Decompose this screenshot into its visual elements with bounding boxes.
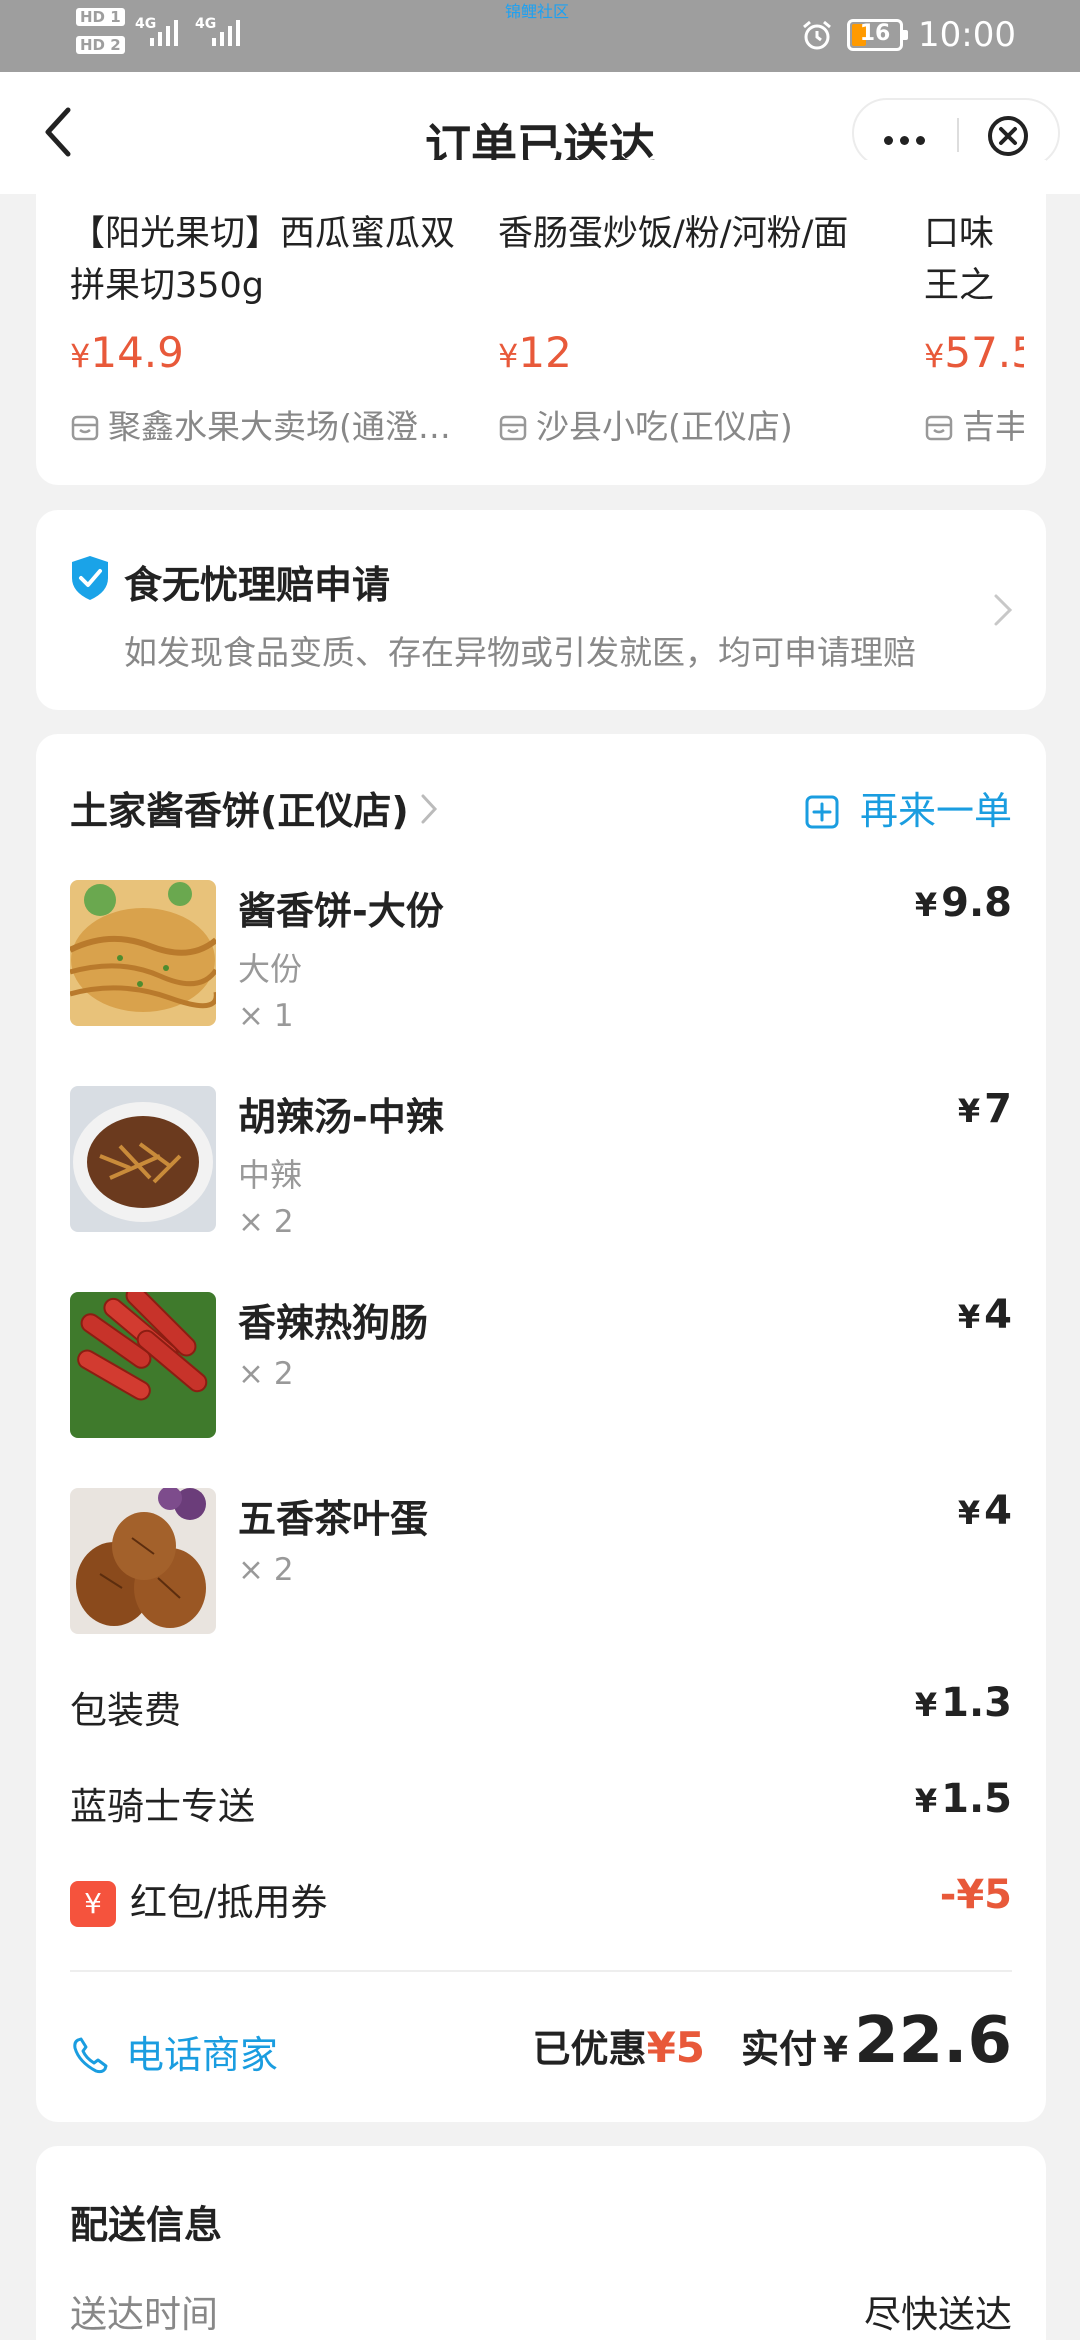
recommendation-shop: 沙县小吃(正仪店) [498, 400, 793, 448]
recommendation-price: ¥12 [498, 328, 572, 377]
discount-label: 已优惠 [532, 2027, 647, 2071]
recommendation-shop: 吉丰 [924, 400, 1024, 448]
item-spec: 大份 [238, 950, 303, 988]
add-square-icon [805, 795, 839, 829]
delivery-title: 配送信息 [70, 2203, 223, 2247]
shield-check-icon [72, 556, 108, 600]
order-detail-card: 土家酱香饼(正仪店) 再来一单 酱香饼-大份 大份 × 1 ¥9.8 胡辣汤-中… [36, 734, 1046, 2122]
delivery-time-label: 送达时间 [70, 2293, 218, 2336]
recommendation-item[interactable]: 口味王之交) ¥57.5 吉丰 [924, 208, 1024, 468]
packaging-fee-row: 包装费 ¥1.3 [70, 1680, 1012, 1736]
order-item: 酱香饼-大份 大份 × 1 ¥9.8 [70, 880, 1012, 1034]
battery-level: 16 [859, 21, 891, 46]
fee-label: 包装费 [70, 1689, 181, 1732]
delivery-info-card: 配送信息 送达时间 尽快送达 [36, 2146, 1046, 2340]
order-item: 胡辣汤-中辣 中辣 × 2 ¥7 [70, 1086, 1012, 1240]
fee-value: ¥1.5 [914, 1776, 1012, 1822]
divider [70, 1970, 1012, 1972]
item-image-sausage [70, 1292, 216, 1438]
delivery-fee-row: 蓝骑士专送 ¥1.5 [70, 1776, 1012, 1832]
paid-amount: 22.6 [854, 2004, 1012, 2078]
discount-value: ¥5 [646, 2023, 706, 2072]
recommendation-price: ¥57.5 [924, 328, 1024, 377]
red-packet-icon: ¥ [70, 1881, 116, 1927]
fee-label: 蓝骑士专送 [70, 1785, 255, 1828]
item-image-tea-egg [70, 1488, 216, 1634]
delivery-time-value: 尽快送达 [864, 2293, 1012, 2336]
item-image-soup [70, 1086, 216, 1232]
sim2-hd-indicator: HD 2 [76, 36, 125, 54]
item-quantity: × 2 [238, 1204, 294, 1240]
item-price: ¥9.8 [914, 880, 1012, 926]
item-price: ¥4 [957, 1488, 1012, 1534]
recommendation-name: 香肠蛋炒饭/粉/河粉/面 [498, 214, 849, 254]
order-item: 香辣热狗肠 × 2 ¥4 [70, 1292, 1012, 1442]
battery-icon: 16 [847, 19, 908, 51]
item-spec: 中辣 [238, 1156, 303, 1194]
recommendation-shop: 聚鑫水果大卖场(通澄… [70, 400, 451, 448]
order-total: 已优惠¥5 实付 ¥22.6 [533, 2004, 1012, 2078]
item-image-pancake [70, 880, 216, 1026]
order-item: 五香茶叶蛋 × 2 ¥4 [70, 1488, 1012, 1638]
more-options-icon[interactable] [884, 130, 932, 149]
signal-bars-1-icon [150, 18, 190, 46]
item-quantity: × 2 [238, 1552, 294, 1588]
claim-title: 食无忧理赔申请 [124, 563, 391, 607]
fee-label: ¥ 红包/抵用券 [70, 1872, 327, 1927]
coupon-row: ¥ 红包/抵用券 -¥5 [70, 1872, 1012, 1928]
shop-icon [925, 415, 953, 441]
chevron-right-icon [421, 794, 437, 824]
shop-icon [71, 415, 99, 441]
recommendation-card: 【阳光果切】西瓜蜜瓜双拼果切350g ¥14.9 聚鑫水果大卖场(通澄… 香肠蛋… [36, 160, 1046, 485]
recommendation-price: ¥14.9 [70, 328, 184, 377]
alarm-icon [803, 20, 831, 50]
signal-bars-2-icon [212, 18, 252, 46]
paid-currency: ¥ [823, 2030, 849, 2071]
fee-value: -¥5 [939, 1872, 1012, 1918]
item-price: ¥4 [957, 1292, 1012, 1338]
recommendation-name: 口味王之交) [924, 214, 995, 306]
recommendation-item[interactable]: 【阳光果切】西瓜蜜瓜双拼果切350g ¥14.9 聚鑫水果大卖场(通澄… [70, 208, 480, 446]
phone-icon [73, 2037, 108, 2074]
food-safety-claim-card[interactable]: 食无忧理赔申请 如发现食品变质、存在异物或引发就医，均可申请理赔 [36, 510, 1046, 710]
capsule-divider [957, 118, 959, 152]
status-time: 10:00 [918, 15, 1016, 55]
call-merchant-button[interactable]: 电话商家 [70, 2024, 278, 2079]
mini-program-capsule [852, 98, 1060, 168]
item-name: 酱香饼-大份 [238, 889, 444, 933]
recommendation-item[interactable]: 香肠蛋炒饭/粉/河粉/面 ¥12 沙县小吃(正仪店) [498, 208, 888, 446]
item-name: 五香茶叶蛋 [238, 1497, 429, 1541]
item-name: 香辣热狗肠 [238, 1301, 429, 1345]
shop-name-link[interactable]: 土家酱香饼(正仪店) [70, 780, 439, 835]
paid-label: 实付 [741, 2027, 818, 2071]
fee-value: ¥1.3 [914, 1680, 1012, 1726]
status-bar: HD 1 HD 2 4G 4G 锦鲤社区 16 10:00 [0, 0, 1080, 72]
item-quantity: × 1 [238, 998, 294, 1034]
item-quantity: × 2 [238, 1356, 294, 1392]
recommendation-name: 【阳光果切】西瓜蜜瓜双拼果切350g [70, 214, 456, 306]
item-name: 胡辣汤-中辣 [238, 1095, 444, 1139]
sim1-hd-indicator: HD 1 [76, 8, 125, 26]
status-center-note: 锦鲤社区 [505, 2, 570, 21]
claim-description: 如发现食品变质、存在异物或引发就医，均可申请理赔 [124, 633, 916, 672]
shop-icon [499, 415, 527, 441]
item-price: ¥7 [957, 1086, 1012, 1132]
close-circle-icon[interactable] [986, 114, 1030, 158]
chevron-right-icon [994, 594, 1013, 626]
reorder-button[interactable]: 再来一单 [804, 780, 1012, 835]
